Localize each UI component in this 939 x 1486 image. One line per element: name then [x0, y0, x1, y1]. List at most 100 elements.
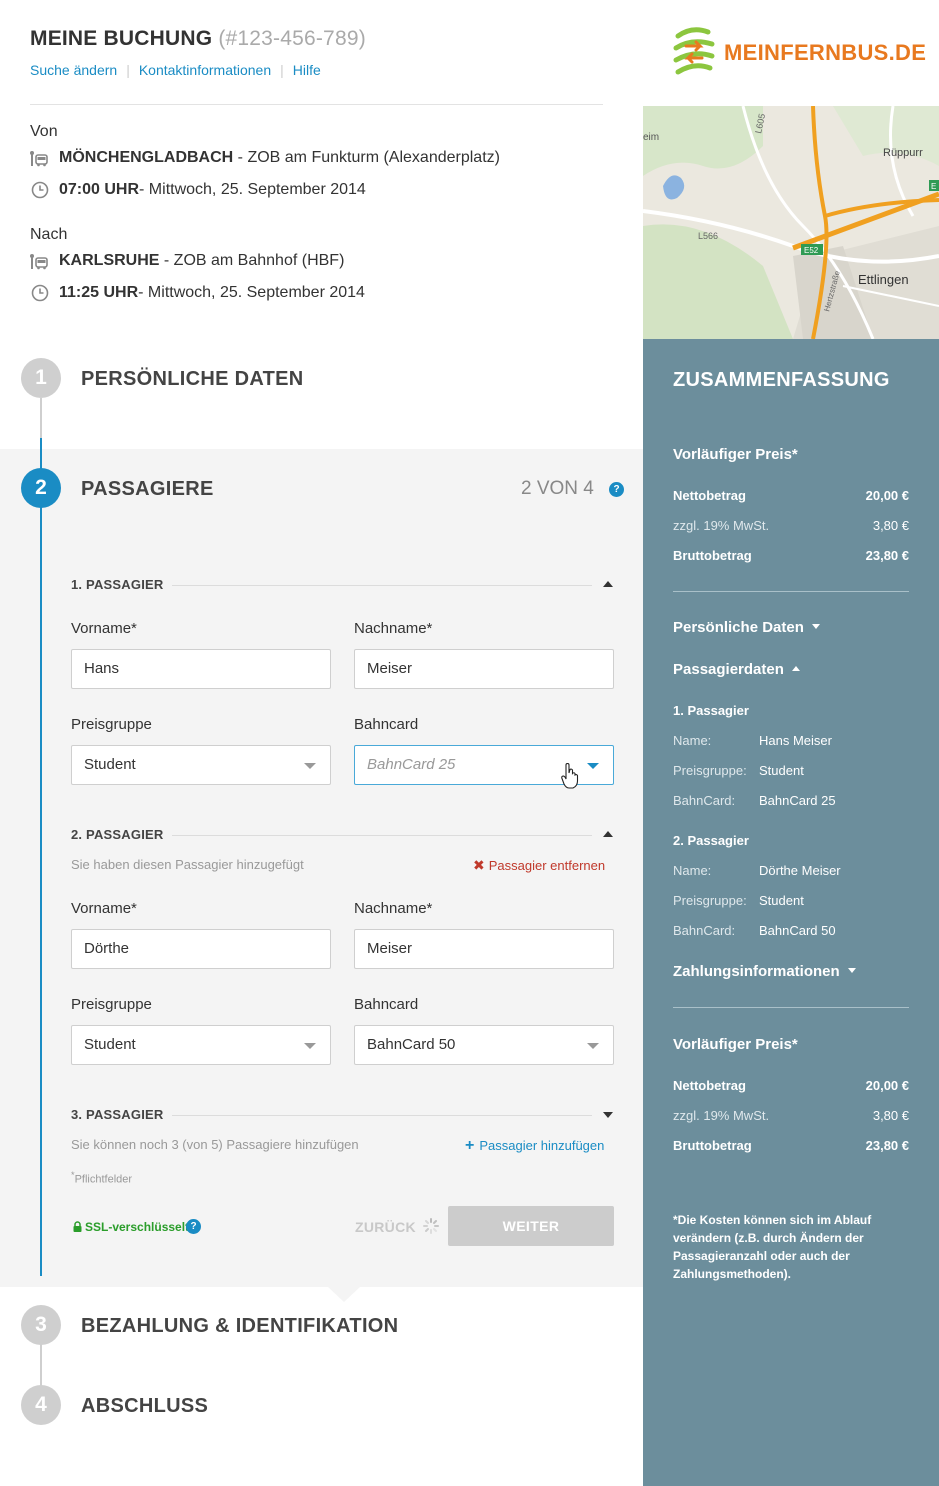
- select-value: Student: [84, 756, 136, 773]
- select-value: Student: [84, 1036, 136, 1053]
- clock-icon: [31, 284, 49, 302]
- to-time-value: 11:25 UHR: [59, 284, 139, 301]
- help-icon[interactable]: ?: [609, 482, 624, 497]
- summary-footnote: *Die Kosten können sich im Ablauf veränd…: [673, 1211, 923, 1283]
- passenger-3-note: Sie können noch 3 (von 5) Passagiere hin…: [71, 1137, 359, 1152]
- passenger-1-price-group-select[interactable]: Student: [71, 745, 331, 785]
- passenger-2-first-name-input[interactable]: Dörthe: [71, 929, 331, 969]
- page-title: MEINE BUCHUNG (#123-456-789): [30, 27, 366, 51]
- summary-vat-label: zzgl. 19% MwSt.: [673, 518, 770, 533]
- collapse-icon[interactable]: [603, 831, 613, 837]
- step-1-title[interactable]: PERSÖNLICHE DATEN: [81, 368, 304, 391]
- ssl-badge: SSL-verschlüsselt: [73, 1220, 189, 1234]
- passenger-1-last-name-input[interactable]: Meiser: [354, 649, 614, 689]
- link-separator: |: [280, 62, 284, 78]
- summary-p1-name: Hans Meiser: [759, 733, 832, 748]
- summary-group-label: Preisgruppe:: [673, 893, 747, 908]
- plus-icon: +: [465, 1137, 475, 1154]
- map-label-eim: eim: [643, 132, 659, 143]
- to-stop: KARLSRUHE - ZOB am Bahnhof (HBF): [59, 252, 344, 270]
- chevron-down-icon: [587, 763, 599, 769]
- next-button[interactable]: WEITER: [448, 1206, 614, 1246]
- passenger-divider: [172, 1115, 592, 1116]
- summary-net-value: 20,00 €: [865, 1078, 909, 1093]
- bus-stop-icon: [30, 151, 48, 167]
- expand-icon[interactable]: [603, 1112, 613, 1118]
- map-graphic[interactable]: L605 eim Rüppurr L566 E52 Ettlingen Hert…: [643, 106, 939, 339]
- link-change-search[interactable]: Suche ändern: [30, 62, 117, 78]
- logo-text[interactable]: MEINFERNBUS.DE: [724, 40, 926, 66]
- summary-group-label: Preisgruppe:: [673, 763, 747, 778]
- summary-title: ZUSAMMENFASSUNG: [673, 369, 890, 391]
- from-city: MÖNCHENGLADBACH: [59, 149, 234, 166]
- summary-p2-group: Student: [759, 893, 804, 908]
- chevron-up-icon: [791, 666, 800, 671]
- logo-icon[interactable]: [672, 26, 716, 80]
- summary-divider: [673, 591, 909, 592]
- chevron-down-icon: [304, 1043, 316, 1049]
- summary-p2-name: Dörthe Meiser: [759, 863, 841, 878]
- passenger-2-added-note: Sie haben diesen Passagier hinzugefügt: [71, 857, 304, 872]
- route-map[interactable]: L605 eim Rüppurr L566 E52 Ettlingen Hert…: [643, 106, 939, 339]
- first-name-label: Vorname*: [71, 900, 137, 917]
- step-2-number: 2: [21, 468, 61, 508]
- summary-p1-card: BahnCard 25: [759, 793, 836, 808]
- passenger-2-last-name-input[interactable]: Meiser: [354, 929, 614, 969]
- required-fields-text: Pflichtfelder: [74, 1173, 133, 1186]
- summary-p1-title: 1. Passagier: [673, 703, 749, 718]
- remove-passenger-button[interactable]: ✖ Passagier entfernen: [473, 857, 605, 874]
- collapse-icon[interactable]: [603, 581, 613, 587]
- lock-icon: [73, 1221, 82, 1232]
- summary-card-label: BahnCard:: [673, 793, 736, 808]
- summary-personal-label: Persönliche Daten: [673, 619, 804, 636]
- back-button[interactable]: ZURÜCK: [355, 1219, 416, 1235]
- summary-gross-label: Bruttobetrag: [673, 548, 752, 563]
- clock-icon: [31, 181, 49, 199]
- step-4-title[interactable]: ABSCHLUSS: [81, 1395, 208, 1418]
- step-4-number: 4: [21, 1385, 61, 1425]
- summary-net-label: Nettobetrag: [673, 488, 746, 503]
- passenger-3-heading: 3. PASSAGIER: [71, 1107, 164, 1122]
- from-stop-name: - ZOB am Funkturm (Alexanderplatz): [233, 149, 500, 166]
- page-title-text: MEINE BUCHUNG: [30, 27, 213, 50]
- step-3-title[interactable]: BEZAHLUNG & IDENTIFIKATION: [81, 1315, 398, 1338]
- header-links: Suche ändern | Kontaktinformationen | Hilfe: [30, 62, 321, 78]
- bahncard-label: Bahncard: [354, 716, 419, 733]
- progress-line-active: [40, 438, 42, 1276]
- map-label-ettlingen: Ettlingen: [858, 272, 909, 287]
- passenger-1-first-name-input[interactable]: Hans: [71, 649, 331, 689]
- passenger-divider: [172, 585, 592, 586]
- to-stop-name: - ZOB am Bahnhof (HBF): [159, 252, 345, 269]
- summary-personal-toggle[interactable]: Persönliche Daten: [673, 619, 820, 636]
- summary-gross-value: 23,80 €: [865, 1138, 909, 1153]
- map-label-rueppurr: Rüppurr: [883, 147, 923, 159]
- add-passenger-button[interactable]: + Passagier hinzufügen: [465, 1137, 604, 1155]
- remove-passenger-label: Passagier entfernen: [488, 858, 606, 873]
- summary-gross-label: Bruttobetrag: [673, 1138, 752, 1153]
- link-help[interactable]: Hilfe: [293, 62, 321, 78]
- passenger-2-heading: 2. PASSAGIER: [71, 827, 164, 842]
- chevron-down-icon: [811, 624, 820, 629]
- from-stop: MÖNCHENGLADBACH - ZOB am Funkturm (Alexa…: [59, 149, 500, 167]
- summary-payment-toggle[interactable]: Zahlungsinformationen: [673, 963, 856, 980]
- close-icon: ✖: [473, 857, 485, 873]
- panel-notch: [327, 1286, 361, 1302]
- header-divider: [30, 104, 603, 105]
- map-label-l566: L566: [698, 231, 718, 241]
- summary-name-label: Name:: [673, 863, 712, 878]
- summary-passenger-toggle[interactable]: Passagierdaten: [673, 661, 800, 678]
- from-date: - Mittwoch, 25. September 2014: [139, 181, 366, 198]
- chevron-down-icon: [587, 1043, 599, 1049]
- required-fields-note: *Pflichtfelder: [71, 1170, 132, 1186]
- bahncard-label: Bahncard: [354, 996, 419, 1013]
- help-icon[interactable]: ?: [186, 1219, 201, 1234]
- last-name-label: Nachname*: [354, 620, 433, 637]
- select-value: BahnCard 50: [367, 1036, 456, 1053]
- summary-price-heading-2: Vorläufiger Preis*: [673, 1036, 798, 1053]
- summary-card-label: BahnCard:: [673, 923, 736, 938]
- link-contact-info[interactable]: Kontaktinformationen: [139, 62, 271, 78]
- passenger-2-price-group-select[interactable]: Student: [71, 1025, 331, 1065]
- summary-gross-value: 23,80 €: [865, 548, 909, 563]
- summary-vat-label: zzgl. 19% MwSt.: [673, 1108, 770, 1123]
- passenger-2-bahncard-select[interactable]: BahnCard 50: [354, 1025, 614, 1065]
